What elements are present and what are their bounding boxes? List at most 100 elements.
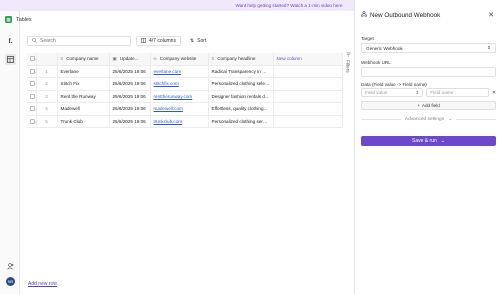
new-column-button[interactable]: New column [273,53,343,66]
column-header[interactable]: ≡ Company name [57,53,110,66]
empty-cell[interactable] [273,102,343,116]
column-header[interactable]: ∞ Company website [150,53,209,66]
save-run-button[interactable]: Save & run ⌄ [361,136,496,146]
empty-cell[interactable] [273,65,343,78]
select-all-checkbox[interactable] [30,56,35,62]
row-select-cell[interactable] [27,90,37,103]
plus-icon: + [417,103,420,108]
table-row[interactable]: 3 Rent the Runway 25/6/2025 19:06 rentth… [27,90,343,103]
promo-banner-text[interactable]: Want help getting started? Watch a 1-min… [158,3,343,8]
add-field-label: Add field [421,103,440,108]
target-select-value: Generic Webhook [366,45,403,51]
company-name-cell[interactable]: Rent the Runway [57,90,110,103]
updated-cell[interactable]: 25/6/2025 19:06 [109,65,151,78]
link-column-icon: ∞ [153,56,157,62]
column-header-label: Company headline [217,56,256,62]
target-label: Target [361,36,374,41]
column-header[interactable]: ▣ Update... [109,53,151,66]
filters-label: Filters [345,60,351,73]
chevron-down-icon[interactable]: ⌄ [441,138,445,144]
headline-cell[interactable]: Personalized clothing select... [208,77,274,91]
divider [456,119,497,120]
website-link[interactable]: everlane.com [154,69,182,74]
updated-cell[interactable]: 25/6/2025 19:06 [109,77,151,91]
website-cell[interactable]: stitchfix.com [150,77,209,91]
row-select-cell[interactable] [27,65,37,78]
panel-header: New Outbound Webhook [361,11,440,19]
target-select[interactable]: Generic Webhook ⇕ [361,43,496,53]
search-box[interactable] [27,36,131,46]
row-number: 2 [36,77,58,91]
updated-cell[interactable]: 25/6/2025 19:06 [109,102,151,116]
columns-button[interactable]: 4/7 columns [136,36,181,46]
row-select-cell[interactable] [27,77,37,91]
panel-title: New Outbound Webhook [370,11,441,19]
columns-label: 4/7 columns [149,38,176,44]
row-checkbox[interactable] [30,93,35,99]
field-pair-row: Field value ⇕ Field name ✕ [361,88,496,97]
website-link[interactable]: trunkclub.com [154,119,183,124]
updated-cell[interactable]: 25/6/2025 19:06 [109,90,151,103]
website-link[interactable]: madewell.com [154,106,183,111]
empty-cell[interactable] [273,115,343,128]
row-checkbox[interactable] [30,106,35,112]
webhook-url-input[interactable] [361,67,496,77]
company-name-cell[interactable]: Stitch Fix [57,77,110,91]
field-name-input[interactable]: Field name [426,88,489,97]
headline-cell[interactable]: Personalized clothing servic... [208,115,274,128]
remove-field-icon[interactable]: ✕ [492,90,496,96]
updated-cell[interactable]: 25/6/2025 19:06 [109,115,151,128]
advanced-settings-toggle[interactable]: Advanced settings ⌄ [361,117,497,122]
website-cell[interactable]: renttherunway.com [150,90,209,103]
company-name-cell[interactable]: Madewell [57,102,110,116]
search-input[interactable] [40,38,124,44]
sort-label: Sort [197,38,207,44]
columns-icon [141,37,146,45]
table-row[interactable]: 4 Madewell 25/6/2025 19:06 madewell.com … [27,102,343,116]
headline-cell[interactable]: Radical Transparency in Eth... [208,65,274,78]
chevron-down-icon: ⌄ [448,117,453,122]
website-link[interactable]: stitchfix.com [154,81,179,86]
headline-cell[interactable]: Designer fashion rentals deli... [208,90,274,103]
column-header-label: Update... [119,55,139,61]
webhook-panel: New Outbound Webhook ✕ Target Generic We… [354,0,500,294]
empty-cell[interactable] [273,77,343,91]
user-avatar[interactable]: NR [6,277,15,286]
row-select-cell[interactable] [27,102,37,116]
table-row[interactable]: 2 Stitch Fix 25/6/2025 19:06 stitchfix.c… [27,77,343,91]
website-cell[interactable]: madewell.com [150,102,209,116]
empty-cell[interactable] [273,90,343,103]
headline-cell[interactable]: Effortless, quality clothing... [208,102,274,116]
company-name-cell[interactable]: Everlane [57,65,110,78]
page-header: ▦ Tables [5,16,32,23]
add-user-icon[interactable] [5,261,16,272]
sort-button[interactable]: ⇅ Sort [185,36,211,46]
row-number: 3 [36,90,58,103]
website-cell[interactable]: everlane.com [150,65,209,78]
filters-toggle[interactable]: Filters [342,52,354,80]
add-row-link[interactable]: Add new row [28,281,57,287]
row-checkbox[interactable] [30,118,35,124]
field-name-placeholder: Field name [430,90,454,95]
search-icon [32,37,37,45]
filter-icon [346,52,351,58]
website-link[interactable]: renttherunway.com [154,94,193,99]
divider [361,119,401,120]
app-logo[interactable]: f. [5,35,16,46]
tables-icon: ▦ [5,16,12,23]
row-number: 5 [36,115,58,128]
table-row[interactable]: 5 Trunk Club 25/6/2025 19:06 trunkclub.c… [27,115,343,128]
row-checkbox[interactable] [30,81,35,87]
row-select-cell[interactable] [27,115,37,128]
tables-nav-icon[interactable] [5,54,16,65]
select-all-cell[interactable] [27,53,37,66]
add-field-button[interactable]: + Add field [361,101,496,110]
field-value-input[interactable]: Field value ⇕ [361,88,424,97]
website-cell[interactable]: trunkclub.com [150,115,209,128]
webhook-url-label: Webhook URL [361,60,391,65]
company-name-cell[interactable]: Trunk Club [57,115,110,128]
close-icon[interactable]: ✕ [488,11,494,19]
table-row[interactable]: 1 Everlane 25/6/2025 19:06 everlane.com … [27,65,343,78]
row-checkbox[interactable] [30,68,35,74]
column-header[interactable]: ≡ Company headline [208,53,274,66]
